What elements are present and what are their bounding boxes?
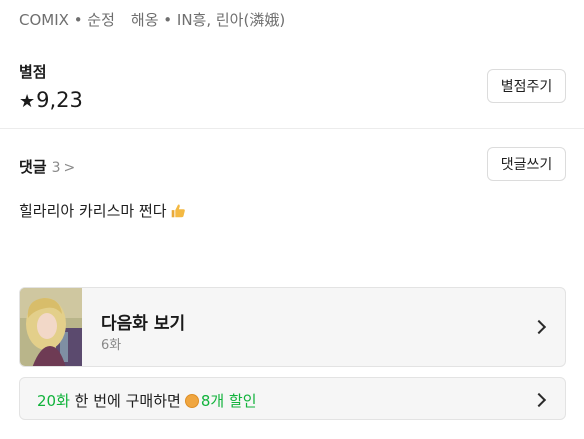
chevron-right-icon xyxy=(531,392,547,408)
rating-title: 별점 xyxy=(19,63,47,81)
promo-discount: 8개 할인 xyxy=(200,392,257,410)
top-comment: 힐라리아 카리스마 쩐다 xyxy=(19,200,187,221)
bulk-purchase-banner[interactable]: 20화 한 번에 구매하면 8개 할인 xyxy=(19,377,566,420)
next-episode-number: 6화 xyxy=(101,338,122,353)
star-icon: ★ xyxy=(19,91,36,112)
section-divider xyxy=(0,128,584,129)
promo-episodes: 20화 xyxy=(37,392,70,410)
episode-thumbnail xyxy=(20,288,82,366)
comments-count: 3 xyxy=(51,160,61,176)
comic-meta: COMIX • 순정 해옹 • IN흥, 린아(潾娥) xyxy=(19,9,285,30)
comments-title: 댓글 xyxy=(19,158,47,176)
chevron-right-icon: > xyxy=(63,160,76,176)
coin-icon xyxy=(184,393,199,408)
rating-score: 9,23 xyxy=(36,88,83,112)
rate-button[interactable]: 별점주기 xyxy=(487,69,566,103)
rating-value: ★9,23 xyxy=(19,88,83,112)
comic-authors: 해옹 • IN흥, 린아(潾娥) xyxy=(130,11,286,29)
comments-header[interactable]: 댓글 3 > xyxy=(19,156,75,177)
top-comment-text: 힐라리아 카리스마 쩐다 xyxy=(19,202,167,220)
thumbs-up-icon xyxy=(171,203,185,217)
comic-type: COMIX • 순정 xyxy=(19,11,115,29)
write-comment-button[interactable]: 댓글쓰기 xyxy=(487,147,566,181)
next-episode-title: 다음화 보기 xyxy=(101,314,186,334)
promo-text: 20화 한 번에 구매하면 8개 할인 xyxy=(37,390,257,411)
chevron-right-icon xyxy=(531,319,547,335)
next-episode-card[interactable]: 다음화 보기 6화 xyxy=(19,287,566,367)
promo-condition: 한 번에 구매하면 xyxy=(74,392,181,410)
